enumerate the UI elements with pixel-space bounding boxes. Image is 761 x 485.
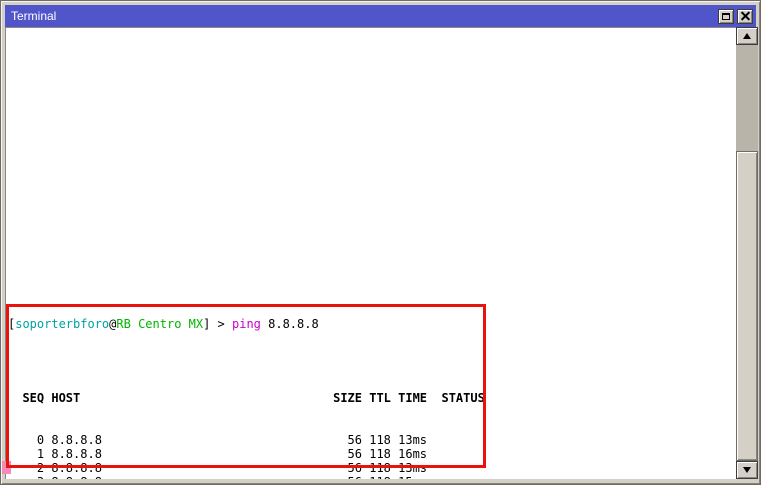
terminal-screen[interactable]: [soporterbforo@RB Centro MX] > ping 8.8.…: [5, 27, 736, 479]
arrow-up-icon: [743, 33, 751, 39]
ping-row: 1 8.8.8.8 56 118 16ms: [8, 447, 485, 461]
pink-marker-annotation: [2, 461, 11, 474]
window-title: Terminal: [11, 9, 715, 23]
ping-rows: 0 8.8.8.8 56 118 13ms 1 8.8.8.8 56 118 1…: [8, 433, 485, 479]
close-button[interactable]: [737, 9, 753, 24]
scrollbar-track[interactable]: [736, 45, 758, 461]
prompt-separator: ] >: [203, 317, 232, 331]
vertical-scrollbar[interactable]: [736, 27, 758, 479]
titlebar[interactable]: Terminal: [5, 5, 756, 27]
scroll-down-button[interactable]: [736, 461, 758, 479]
prompt-user: soporterbforo: [15, 317, 109, 331]
prompt-line: [soporterbforo@RB Centro MX] > ping 8.8.…: [8, 317, 485, 331]
ping-row: 0 8.8.8.8 56 118 13ms: [8, 433, 485, 447]
ping-row: 3 8.8.8.8 56 118 15ms: [8, 475, 485, 479]
arrow-down-icon: [743, 467, 751, 473]
maximize-icon: [722, 13, 730, 20]
close-icon: [741, 12, 750, 21]
prompt-host: RB Centro MX: [116, 317, 203, 331]
ping-table: SEQ HOST SIZE TTL TIME STATUS 0 8.8.8.8 …: [8, 363, 485, 479]
prompt-argument: 8.8.8.8: [261, 317, 319, 331]
prompt-command: ping: [232, 317, 261, 331]
terminal-output: [soporterbforo@RB Centro MX] > ping 8.8.…: [8, 289, 485, 479]
terminal-window: Terminal [soporterbforo@RB Centro MX] > …: [0, 0, 761, 485]
maximize-button[interactable]: [718, 9, 734, 24]
ping-row: 2 8.8.8.8 56 118 13ms: [8, 461, 485, 475]
scroll-up-button[interactable]: [736, 27, 758, 45]
ping-table-header: SEQ HOST SIZE TTL TIME STATUS: [8, 391, 485, 405]
scrollbar-thumb[interactable]: [736, 151, 758, 461]
